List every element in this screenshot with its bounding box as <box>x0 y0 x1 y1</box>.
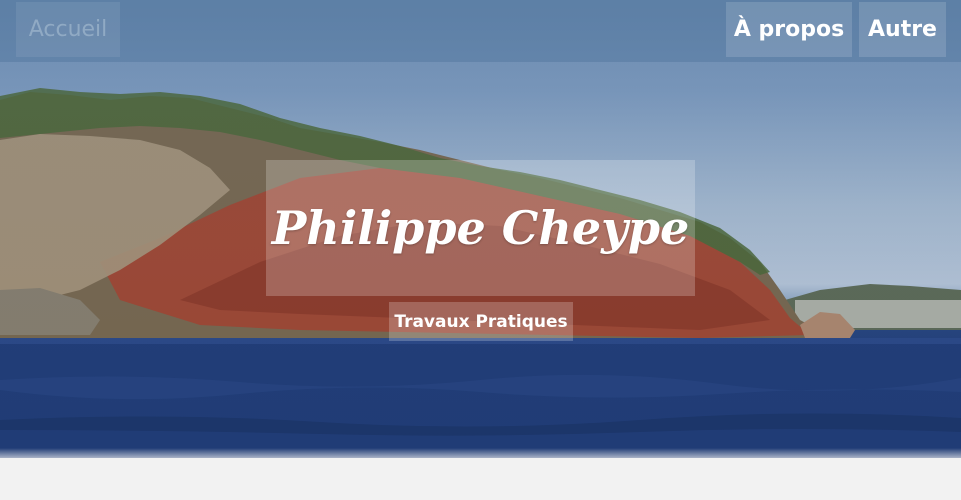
nav-other-link[interactable]: Autre <box>859 2 946 57</box>
hero-title: Philippe Cheype <box>271 201 690 255</box>
navbar: Accueil À propos Autre <box>0 0 961 62</box>
hero-bottom-fade <box>0 448 961 500</box>
hero-subtitle: Travaux Pratiques <box>394 311 568 332</box>
nav-about-link[interactable]: À propos <box>726 2 852 57</box>
hero-subtitle-box: Travaux Pratiques <box>389 302 573 341</box>
hero-title-box: Philippe Cheype <box>266 160 695 296</box>
nav-home-link[interactable]: Accueil <box>16 2 120 57</box>
